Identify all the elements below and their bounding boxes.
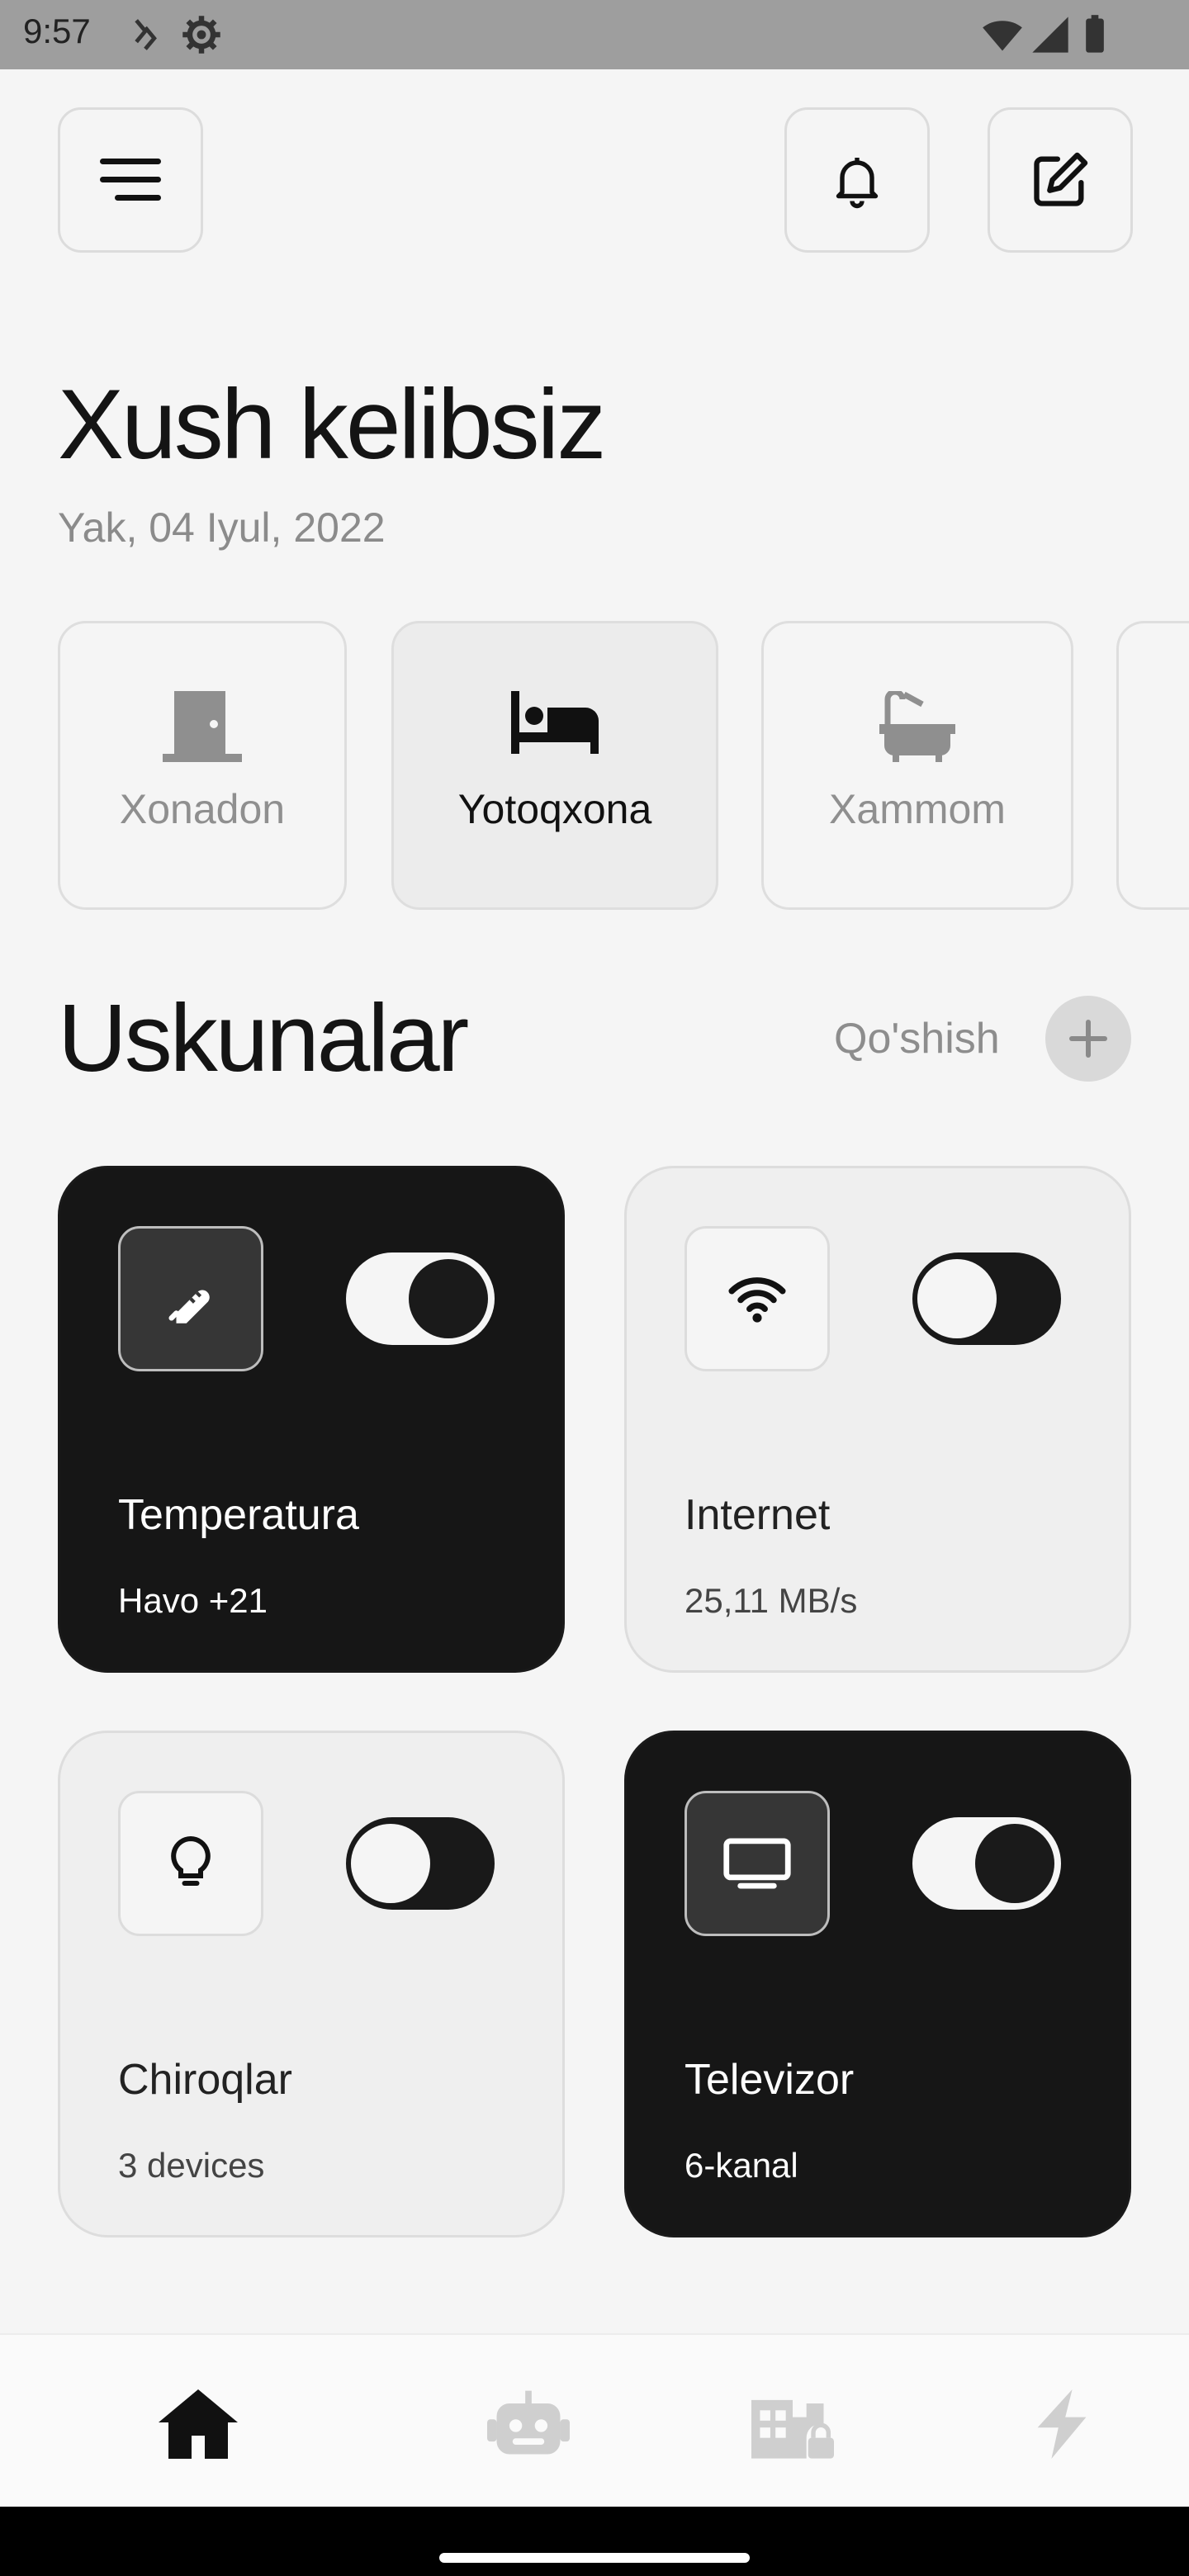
device-value: 6-kanal [685,2146,798,2185]
device-name: Temperatura [118,1491,359,1539]
room-tab-xonadon[interactable]: Xonadon [58,621,347,910]
device-toggle[interactable] [346,1817,495,1910]
door-icon [163,691,242,762]
add-device-label[interactable]: Qo'shish [834,1014,1000,1063]
device-name: Chiroqlar [118,2056,292,2104]
status-bar: 9:57 [0,0,1189,69]
device-icon-box [118,1791,263,1936]
page-title: Xush kelibsiz [58,369,606,480]
device-toggle[interactable] [346,1252,495,1345]
nav-home[interactable] [157,2383,239,2465]
notifications-button[interactable] [784,107,930,253]
device-card-televizor[interactable]: Televizor 6-kanal [624,1731,1131,2237]
menu-button[interactable] [58,107,203,253]
device-card-chiroqlar[interactable]: Chiroqlar 3 devices [58,1731,565,2237]
device-icon-box [685,1226,830,1371]
thermometer-icon [168,1290,210,1324]
home-gesture-bar[interactable] [439,2553,750,2563]
nav-energy[interactable] [1021,2383,1103,2465]
device-name: Televizor [685,2056,855,2104]
home-icon [159,2389,238,2459]
bolt-icon [1037,2389,1087,2459]
system-navigation-bar [0,2507,1189,2576]
bathtub-icon [879,691,955,762]
lightbulb-icon [171,1835,211,1886]
nav-automation[interactable] [487,2383,570,2465]
current-date: Yak, 04 Iyul, 2022 [58,504,386,551]
bottom-navigation [0,2333,1189,2507]
settings-gear-icon [182,16,220,54]
device-toggle[interactable] [912,1252,1061,1345]
section-title: Uskunalar [58,984,469,1091]
monitor-icon [723,1838,791,1889]
device-value: 25,11 MB/s [685,1581,858,1620]
device-icon-box [685,1791,830,1936]
menu-icon [100,159,161,201]
signal-icon [1032,17,1068,53]
add-device-button[interactable] [1045,996,1131,1082]
room-tab-xammom[interactable]: Xammom [761,621,1073,910]
edit-button[interactable] [988,107,1133,253]
room-tab-yotoqxona[interactable]: Yotoqxona [391,621,718,910]
device-card-temperatura[interactable]: Temperatura Havo +21 [58,1166,565,1673]
edit-icon [1034,152,1088,206]
nav-security[interactable] [751,2383,834,2465]
device-toggle[interactable] [912,1817,1061,1910]
device-icon-box [118,1226,263,1371]
room-tab-partial[interactable] [1116,621,1189,910]
device-value: 3 devices [118,2146,265,2185]
wifi-icon [983,21,1022,51]
battery-icon [1086,15,1104,53]
room-label: Xonadon [119,786,286,832]
data-saver-icon [135,19,157,50]
building-lock-icon [751,2399,834,2459]
device-value: Havo +21 [118,1581,268,1620]
status-time: 9:57 [23,12,91,50]
device-name: Internet [685,1491,831,1539]
wifi-icon [728,1277,786,1323]
room-label: Yotoqxona [457,786,652,832]
plus-icon [1069,1020,1107,1058]
room-label: Xammom [829,786,1006,832]
robot-icon [487,2390,570,2455]
bed-icon [511,691,599,754]
bell-icon [836,158,879,209]
device-card-internet[interactable]: Internet 25,11 MB/s [624,1166,1131,1673]
